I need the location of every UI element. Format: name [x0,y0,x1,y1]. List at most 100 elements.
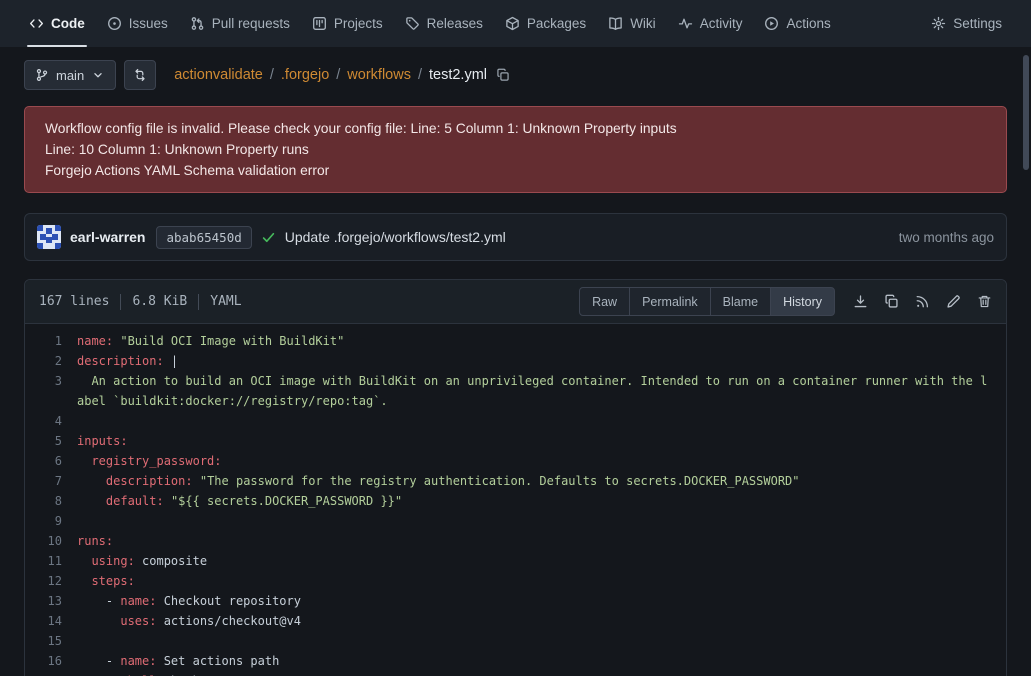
code-line: 7 description: "The password for the reg… [25,471,1006,491]
line-number[interactable]: 5 [25,431,77,451]
delete-button[interactable] [977,294,992,309]
line-number[interactable]: 15 [25,631,77,651]
nav-item-label: Packages [527,16,586,31]
nav-item-label: Settings [953,16,1002,31]
view-button-group: RawPermalinkBlameHistory [579,287,835,316]
line-number[interactable]: 2 [25,351,77,371]
copy-path-button[interactable] [496,68,510,82]
line-number[interactable]: 9 [25,511,77,531]
nav-item-label: Pull requests [212,16,290,31]
blame-button[interactable]: Blame [710,287,771,316]
line-number[interactable]: 17 [25,671,77,676]
copy-content-button[interactable] [884,294,899,309]
line-number[interactable]: 13 [25,591,77,611]
commit-sha[interactable]: abab65450d [156,226,251,249]
code-token: name: [120,594,156,608]
edit-icon [946,294,961,309]
copy-icon [496,68,510,82]
code-token [193,474,200,488]
rss-button[interactable] [915,294,930,309]
history-button[interactable]: History [770,287,835,316]
tag-icon [405,16,420,31]
line-number[interactable]: 16 [25,651,77,671]
raw-button[interactable]: Raw [579,287,630,316]
commit-author[interactable]: earl-warren [70,229,145,245]
code-line-content: uses: actions/checkout@v4 [77,611,1006,631]
file-lines-count: 167 lines [39,294,109,309]
breadcrumb-link[interactable]: .forgejo [281,67,329,83]
file-icon-actions [853,294,992,309]
line-number[interactable]: 12 [25,571,77,591]
divider [120,294,121,310]
issue-icon [107,16,122,31]
permalink-button[interactable]: Permalink [629,287,711,316]
breadcrumb-link[interactable]: workflows [347,67,411,83]
code-line: 1name: "Build OCI Image with BuildKit" [25,331,1006,351]
repo-nav-settings: Settings [920,0,1013,47]
nav-item-label: Actions [786,16,830,31]
nav-item-settings[interactable]: Settings [920,0,1013,47]
line-number[interactable]: 14 [25,611,77,631]
latest-commit-bar: earl-warren abab65450d Update .forgejo/w… [24,213,1007,261]
nav-item-actions[interactable]: Actions [753,0,841,47]
nav-item-releases[interactable]: Releases [394,0,494,47]
code-token: uses: [120,614,156,628]
nav-item-label: Activity [700,16,743,31]
error-text-line: Line: 10 Column 1: Unknown Property runs [45,139,986,160]
code-token [77,494,106,508]
commit-status-success-icon[interactable] [261,230,276,245]
scrollbar-thumb[interactable] [1023,55,1029,170]
compare-button[interactable] [124,60,156,90]
code-token: "${{ secrets.DOCKER_PASSWORD }}" [171,494,402,508]
branch-selector[interactable]: main [24,60,116,90]
commit-message[interactable]: Update .forgejo/workflows/test2.yml [285,229,506,245]
nav-item-issues[interactable]: Issues [96,0,179,47]
nav-item-code[interactable]: Code [18,0,96,47]
edit-button[interactable] [946,294,961,309]
code-line-content: using: composite [77,551,1006,571]
code-line-content: shell: bash [77,671,1006,676]
code-line: 13 - name: Checkout repository [25,591,1006,611]
gear-icon [931,16,946,31]
code-token: inputs: [77,434,128,448]
code-line: 8 default: "${{ secrets.DOCKER_PASSWORD … [25,491,1006,511]
line-number[interactable]: 6 [25,451,77,471]
copy-icon [884,294,899,309]
code-token: | [164,354,178,368]
code-token: "Build OCI Image with BuildKit" [120,334,344,348]
avatar[interactable] [37,225,61,249]
download-button[interactable] [853,294,868,309]
line-number[interactable]: 11 [25,551,77,571]
code-token: using: [91,554,134,568]
scrollbar[interactable] [1021,0,1031,676]
code-icon [29,16,44,31]
code-line-content: - name: Checkout repository [77,591,1006,611]
code-line: 17 shell: bash [25,671,1006,676]
code-line: 11 using: composite [25,551,1006,571]
nav-item-label: Code [51,16,85,31]
code-line: 15 [25,631,1006,651]
line-number[interactable]: 8 [25,491,77,511]
nav-item-wiki[interactable]: Wiki [597,0,667,47]
line-number[interactable]: 3 [25,371,77,411]
line-number[interactable]: 7 [25,471,77,491]
delete-icon [977,294,992,309]
code-line: 6 registry_password: [25,451,1006,471]
code-token: runs: [77,534,113,548]
line-number[interactable]: 1 [25,331,77,351]
chevron-down-icon [91,68,105,82]
nav-item-activity[interactable]: Activity [667,0,754,47]
code-line: 10runs: [25,531,1006,551]
nav-item-packages[interactable]: Packages [494,0,597,47]
line-number[interactable]: 10 [25,531,77,551]
code-token [77,574,91,588]
code-token: "The password for the registry authentic… [200,474,800,488]
branch-name: main [56,68,84,83]
breadcrumb-link[interactable]: actionvalidate [174,67,263,83]
code-line: 12 steps: [25,571,1006,591]
nav-item-pull-requests[interactable]: Pull requests [179,0,301,47]
nav-item-projects[interactable]: Projects [301,0,394,47]
play-circle-icon [764,16,779,31]
line-number[interactable]: 4 [25,411,77,431]
file-view: 167 lines 6.8 KiB YAML RawPermalinkBlame… [24,279,1007,676]
